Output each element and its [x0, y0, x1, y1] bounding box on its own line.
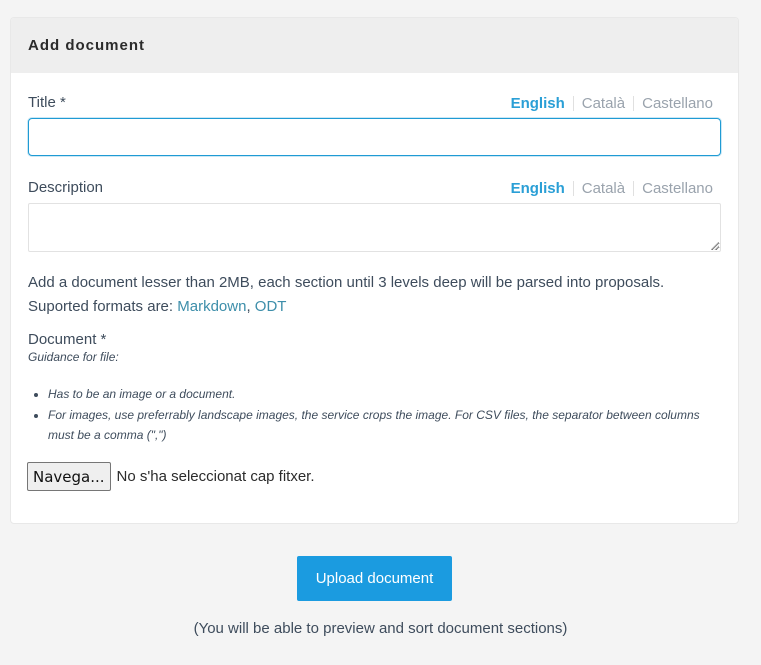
resize-grip-icon[interactable] [711, 242, 719, 250]
description-lang-tab-english[interactable]: English [511, 181, 573, 196]
guidance-title: Guidance for file: [28, 350, 119, 364]
guidance-list: Has to be an image or a document. For im… [28, 384, 718, 446]
description-textarea[interactable] [28, 203, 721, 252]
description-label: Description [28, 179, 104, 196]
guidance-item: Has to be an image or a document. [48, 384, 718, 404]
description-language-tabs: English Català Castellano [511, 181, 713, 196]
file-input-row: Navega... No s'ha seleccionat cap fitxer… [27, 462, 315, 491]
upload-help-text: Add a document lesser than 2MB, each sec… [28, 271, 728, 319]
help-formats-separator: , [246, 298, 255, 315]
card-title: Add document [28, 37, 145, 54]
upload-document-button[interactable]: Upload document [297, 556, 452, 601]
title-language-tabs: English Català Castellano [511, 96, 713, 111]
help-line-2: Suported formats are: Markdown, ODT [28, 295, 728, 319]
description-textarea-wrap [28, 203, 721, 252]
help-formats-prefix: Suported formats are: [28, 298, 178, 315]
odt-link[interactable]: ODT [255, 298, 287, 315]
guidance-item: For images, use preferrably landscape im… [48, 405, 718, 445]
title-lang-tab-castellano[interactable]: Castellano [633, 96, 713, 111]
document-label: Document * [28, 331, 107, 348]
markdown-link[interactable]: Markdown [177, 298, 246, 315]
description-lang-tab-catala[interactable]: Català [572, 181, 633, 196]
upload-footnote: (You will be able to preview and sort do… [193, 620, 568, 637]
title-label: Title * [28, 94, 66, 111]
title-input[interactable] [28, 118, 721, 156]
file-status: No s'ha seleccionat cap fitxer. [116, 468, 315, 485]
description-lang-tab-castellano[interactable]: Castellano [633, 181, 713, 196]
card-header: Add document [11, 18, 738, 73]
browse-file-button[interactable]: Navega... [27, 462, 111, 491]
add-document-card: Add document Title * English Català Cast… [10, 17, 739, 524]
title-lang-tab-catala[interactable]: Català [572, 96, 633, 111]
title-lang-tab-english[interactable]: English [511, 96, 573, 111]
help-line-1: Add a document lesser than 2MB, each sec… [28, 274, 665, 291]
